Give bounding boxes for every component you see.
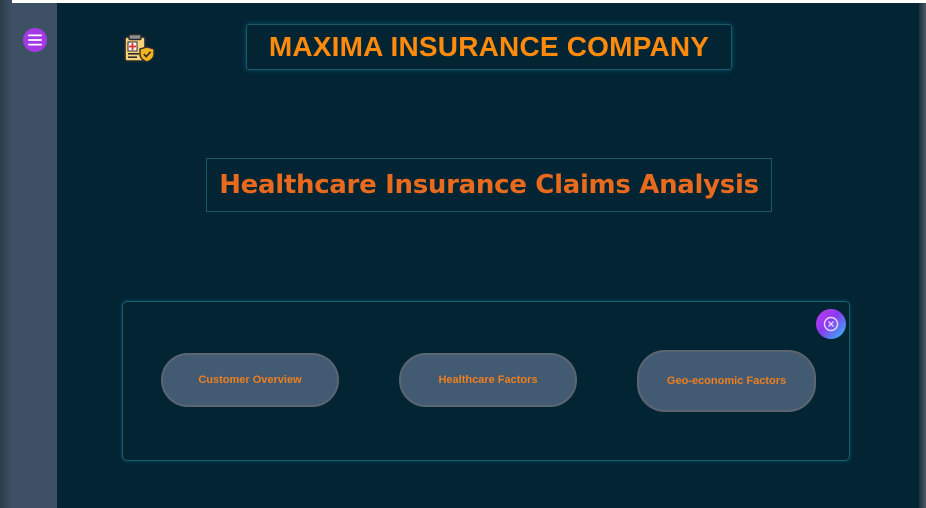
hamburger-menu-icon[interactable] — [23, 28, 47, 52]
right-edge — [919, 3, 926, 508]
medical-clipboard-shield-icon — [123, 33, 157, 63]
geo-economic-factors-button[interactable]: Geo-economic Factors — [637, 350, 816, 412]
healthcare-factors-button[interactable]: Healthcare Factors — [399, 353, 577, 407]
company-title-box: MAXIMA INSURANCE COMPANY — [246, 24, 732, 70]
navigation-panel: Customer Overview Healthcare Factors Geo… — [122, 301, 850, 461]
customer-overview-button[interactable]: Customer Overview — [161, 353, 339, 407]
left-edge — [0, 0, 12, 508]
close-glyph — [823, 316, 839, 332]
hamburger-glyph — [28, 34, 42, 46]
close-circle-icon[interactable] — [816, 309, 846, 339]
sidebar — [12, 3, 57, 508]
app-window: MAXIMA INSURANCE COMPANY Healthcare Insu… — [0, 0, 926, 508]
company-title: MAXIMA INSURANCE COMPANY — [268, 31, 710, 62]
subtitle-box: Healthcare Insurance Claims Analysis — [206, 158, 772, 212]
page-subtitle: Healthcare Insurance Claims Analysis — [219, 170, 759, 200]
